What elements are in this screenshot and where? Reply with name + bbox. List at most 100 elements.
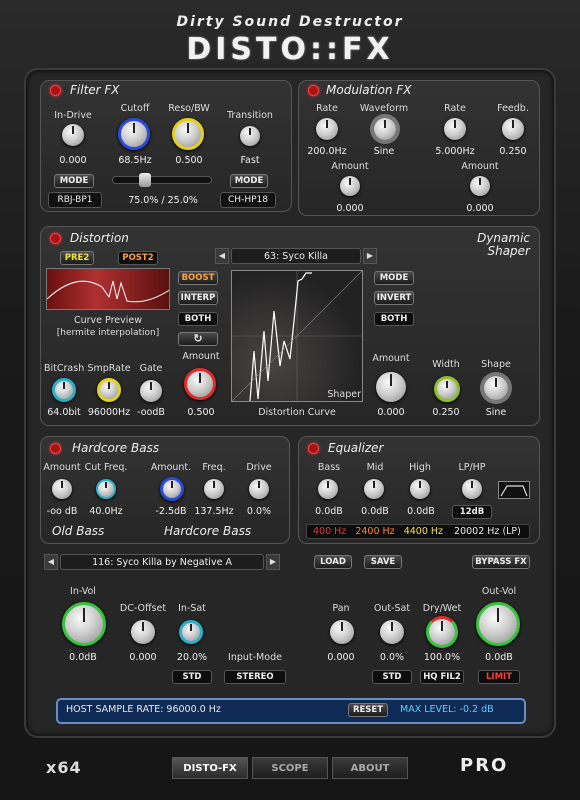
width-knob[interactable] xyxy=(434,376,460,402)
limit-button[interactable]: LIMIT xyxy=(478,670,520,684)
insat-knob[interactable] xyxy=(179,620,203,644)
pre-button[interactable]: PRE2 xyxy=(60,251,94,265)
mod-rate1-label: Rate xyxy=(316,103,338,114)
bass-amount2-knob[interactable] xyxy=(160,477,184,501)
preset-prev-arrow[interactable]: ◀ xyxy=(215,248,229,264)
insat-label: In-Sat xyxy=(178,603,206,614)
eq-lphp-knob[interactable] xyxy=(462,479,482,499)
indrive-label: In-Drive xyxy=(54,110,92,121)
pan-knob[interactable] xyxy=(330,620,354,644)
feedback-value: 0.250 xyxy=(499,146,527,157)
boost-button[interactable]: BOOST xyxy=(178,271,218,285)
mod-amount2-value: 0.000 xyxy=(466,203,494,214)
eq-high-label: High xyxy=(409,462,431,473)
eq-bass-knob[interactable] xyxy=(318,479,338,499)
hq-filter-button[interactable]: HQ FIL2 xyxy=(420,670,464,684)
load-button[interactable]: LOAD xyxy=(314,555,352,569)
eq-mid-knob[interactable] xyxy=(364,479,384,499)
global-preset-next-arrow[interactable]: ▶ xyxy=(266,554,280,570)
filter-mix-slider[interactable] xyxy=(112,173,212,187)
mod-rate2-value: 5.000Hz xyxy=(435,146,475,157)
bass-amount1-knob[interactable] xyxy=(52,479,72,499)
dyn-amount-knob[interactable] xyxy=(376,372,406,402)
host-sample-rate: HOST SAMPLE RATE: 96000.0 Hz xyxy=(66,704,221,715)
shape-label: Shape xyxy=(481,359,511,370)
eq-freq4: 20002 Hz (LP) xyxy=(454,526,521,537)
pan-label: Pan xyxy=(332,603,350,614)
dyn-mode-button[interactable]: MODE xyxy=(374,271,414,285)
drywet-knob[interactable] xyxy=(426,616,458,648)
waveform-knob[interactable] xyxy=(374,118,396,140)
cutfreq-value: 40.0Hz xyxy=(89,506,123,517)
filter-mode2-button[interactable]: MODE xyxy=(230,174,268,188)
eq-slope-button[interactable]: 12dB xyxy=(452,505,492,519)
filter-shape-icon[interactable] xyxy=(498,481,530,499)
bitcrush-knob[interactable] xyxy=(52,378,76,402)
filter-type2-select[interactable]: CH-HP18 xyxy=(220,192,276,208)
tab-about[interactable]: ABOUT xyxy=(332,757,408,779)
max-level: MAX LEVEL: -0.2 dB xyxy=(400,704,494,715)
shape-knob[interactable] xyxy=(484,376,508,400)
in-std-button[interactable]: STD xyxy=(172,670,212,684)
bypass-fx-button[interactable]: BYPASS FX xyxy=(472,555,530,569)
gate-knob[interactable] xyxy=(140,380,162,402)
reset-button[interactable]: RESET xyxy=(348,703,388,717)
mod-amount1-label: Amount xyxy=(331,161,369,172)
drywet-value: 100.0% xyxy=(423,652,461,663)
distortion-curve-graph xyxy=(231,270,363,402)
indrive-knob[interactable] xyxy=(62,124,84,146)
curve-preview-label: Curve Preview xyxy=(73,315,143,326)
stereo-button[interactable]: STEREO xyxy=(224,670,286,684)
dynamic-shaper-title2: Shaper xyxy=(487,244,530,258)
cutoff-knob[interactable] xyxy=(118,118,150,150)
preset-next-arrow[interactable]: ▶ xyxy=(363,248,377,264)
bass-drive-label: Drive xyxy=(246,462,272,473)
dcoffset-knob[interactable] xyxy=(131,620,155,644)
mod-rate2-knob[interactable] xyxy=(444,118,466,140)
filter-power-icon[interactable] xyxy=(50,85,61,96)
filter-mix-slider-thumb[interactable] xyxy=(139,173,152,187)
invert-button[interactable]: INVERT xyxy=(374,291,414,305)
outvol-knob[interactable] xyxy=(476,602,520,646)
feedback-knob[interactable] xyxy=(502,118,524,140)
modulation-title: Modulation FX xyxy=(326,83,412,97)
mod-amount1-knob[interactable] xyxy=(340,176,360,196)
dyn-amount-value: 0.000 xyxy=(377,407,405,418)
eq-high-knob[interactable] xyxy=(410,479,430,499)
transition-knob[interactable] xyxy=(240,126,260,146)
distortion-preset-select[interactable]: 63: Syco Killa xyxy=(231,248,361,264)
cutfreq-knob[interactable] xyxy=(96,479,116,499)
bass-drive-knob[interactable] xyxy=(249,479,269,499)
filter-mode1-button[interactable]: MODE xyxy=(54,174,94,188)
tab-scope[interactable]: SCOPE xyxy=(252,757,328,779)
smprate-label: SmpRate xyxy=(87,363,131,374)
modulation-power-icon[interactable] xyxy=(308,85,319,96)
dist-amount-knob[interactable] xyxy=(184,368,216,400)
out-std-button[interactable]: STD xyxy=(372,670,412,684)
bass-power-icon[interactable] xyxy=(50,443,61,454)
bass-freq-knob[interactable] xyxy=(204,479,224,499)
mod-amount2-knob[interactable] xyxy=(470,176,490,196)
tab-disto-fx[interactable]: DISTO-FX xyxy=(172,757,248,779)
dyn-both-button[interactable]: BOTH xyxy=(374,312,414,326)
refresh-icon[interactable]: ↻ xyxy=(178,332,218,346)
mod-rate2-label: Rate xyxy=(444,103,466,114)
outsat-knob[interactable] xyxy=(380,620,404,644)
width-label: Width xyxy=(432,359,460,370)
reso-value: 0.500 xyxy=(175,155,203,166)
filter-type1-select[interactable]: RBJ-BP1 xyxy=(48,192,102,208)
post-button[interactable]: POST2 xyxy=(118,251,158,265)
distortion-curve-label: Distortion Curve xyxy=(258,407,336,418)
eq-power-icon[interactable] xyxy=(308,443,319,454)
interp-button[interactable]: INTERP xyxy=(178,291,218,305)
save-button[interactable]: SAVE xyxy=(364,555,402,569)
distortion-curve-display[interactable] xyxy=(231,270,363,402)
smprate-knob[interactable] xyxy=(97,378,121,402)
reso-knob[interactable] xyxy=(172,118,204,150)
global-preset-prev-arrow[interactable]: ◀ xyxy=(44,554,58,570)
invol-knob[interactable] xyxy=(62,602,106,646)
mod-rate1-knob[interactable] xyxy=(316,118,338,140)
global-preset-select[interactable]: 116: Syco Killa by Negative A xyxy=(60,554,264,570)
both-button[interactable]: BOTH xyxy=(178,312,218,326)
distortion-power-icon[interactable] xyxy=(50,233,61,244)
